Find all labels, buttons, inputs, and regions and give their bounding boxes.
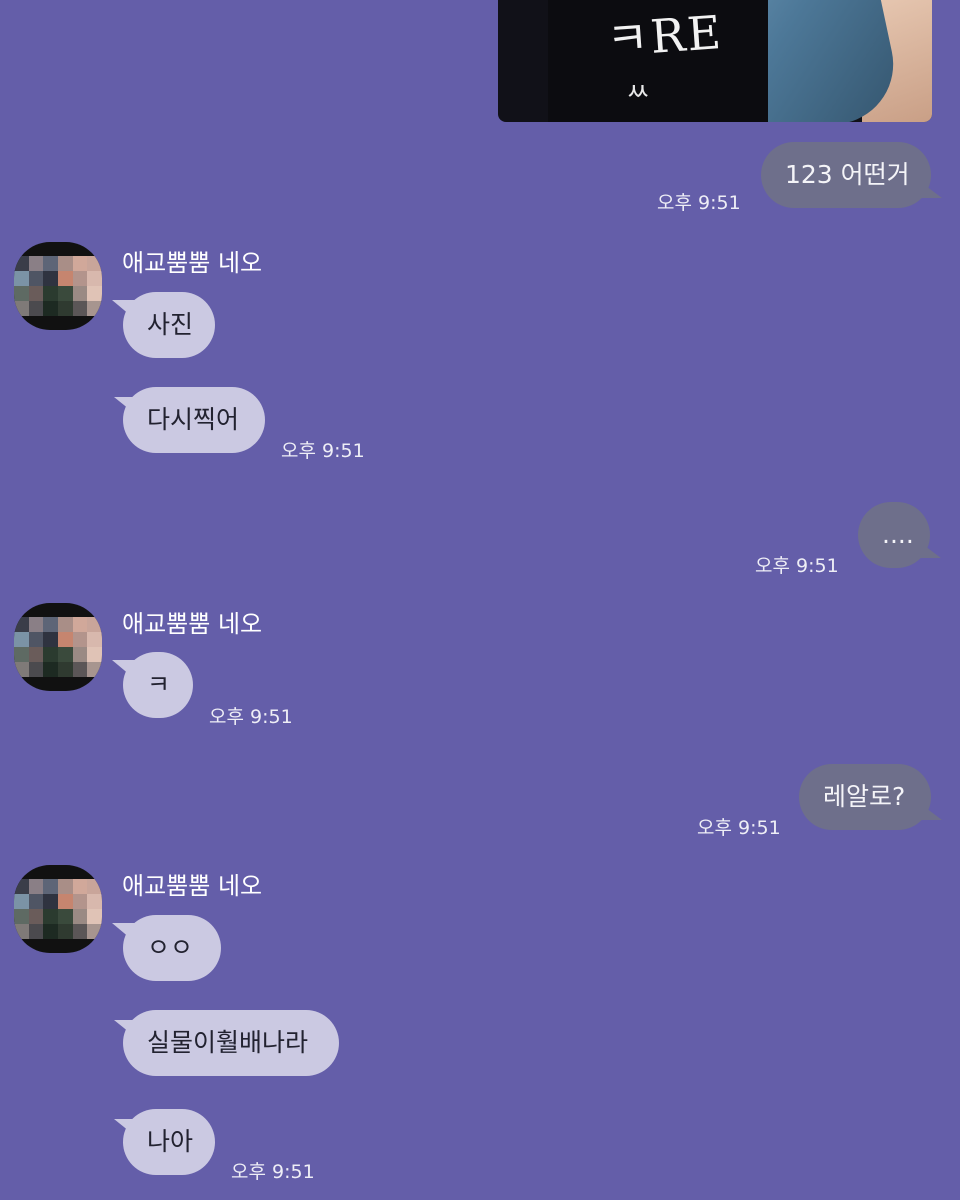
avatar-mosaic-image — [14, 256, 102, 316]
message-timestamp: 오후 9:51 — [697, 817, 781, 839]
incoming-message-bubble[interactable]: 사진 — [112, 292, 215, 358]
message-timestamp: 오후 9:51 — [281, 440, 365, 462]
sender-name: 애교뿜뿜 네오 — [122, 610, 263, 638]
outgoing-message-bubble[interactable]: 레알로? — [799, 764, 942, 830]
photo-shirt-print-small: ㅆ — [626, 78, 653, 108]
chat-room[interactable]: ㅋRE ㅆ 123 어떤거 오후 9:51 애교뿜뿜 네오 사진 다시찍어 오후… — [0, 0, 960, 1200]
incoming-message-bubble[interactable]: 다시찍어 — [114, 387, 265, 453]
incoming-message-bubble[interactable]: 실물이훨배나라 — [114, 1010, 339, 1076]
message-timestamp: 오후 9:51 — [755, 555, 839, 577]
incoming-message-bubble[interactable]: ㅇㅇ — [112, 915, 221, 981]
incoming-message-bubble[interactable]: 나아 — [114, 1109, 215, 1175]
message-timestamp: 오후 9:51 — [231, 1161, 315, 1183]
incoming-message-bubble[interactable]: ㅋ — [112, 652, 193, 718]
outgoing-message-bubble[interactable]: .... — [858, 502, 941, 568]
sender-name: 애교뿜뿜 네오 — [122, 249, 263, 277]
contact-avatar[interactable] — [14, 242, 102, 330]
message-timestamp: 오후 9:51 — [657, 192, 741, 214]
contact-avatar[interactable] — [14, 865, 102, 953]
shared-photo[interactable]: ㅋRE ㅆ — [498, 0, 932, 122]
avatar-mosaic-image — [14, 617, 102, 677]
photo-shirt-print: ㅋRE — [604, 4, 725, 67]
message-timestamp: 오후 9:51 — [209, 706, 293, 728]
contact-avatar[interactable] — [14, 603, 102, 691]
outgoing-message-bubble[interactable]: 123 어떤거 — [761, 142, 942, 208]
sender-name: 애교뿜뿜 네오 — [122, 872, 263, 900]
avatar-mosaic-image — [14, 879, 102, 939]
